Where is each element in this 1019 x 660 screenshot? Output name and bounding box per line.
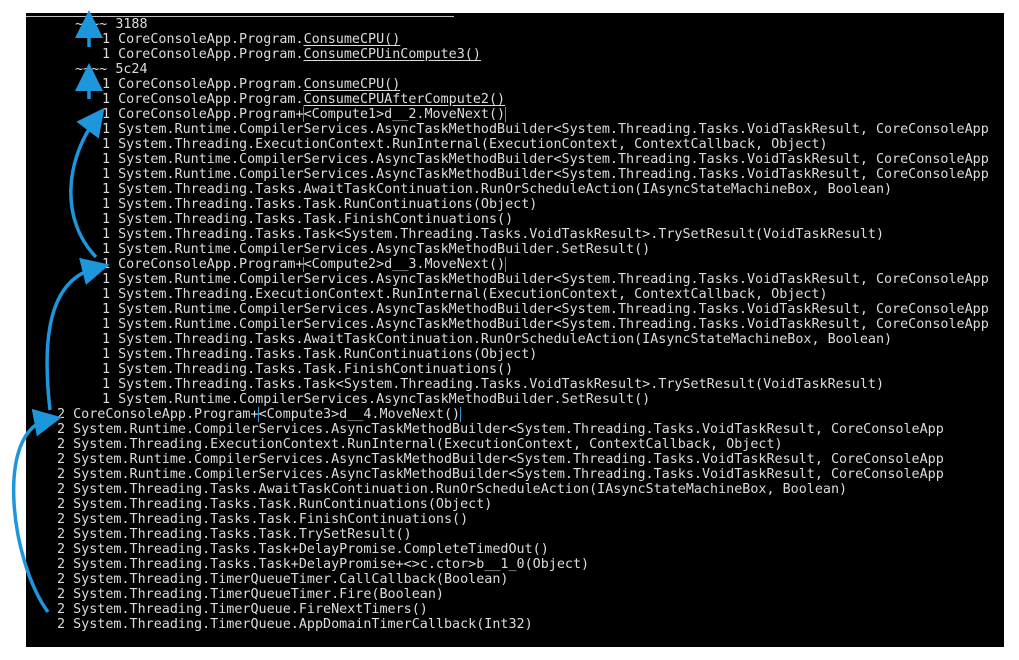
curved-arrow-icon xyxy=(69,107,105,259)
curved-arrow-icon xyxy=(45,257,110,411)
annotation-arrows xyxy=(11,10,110,614)
curved-arrow-icon xyxy=(11,408,62,614)
